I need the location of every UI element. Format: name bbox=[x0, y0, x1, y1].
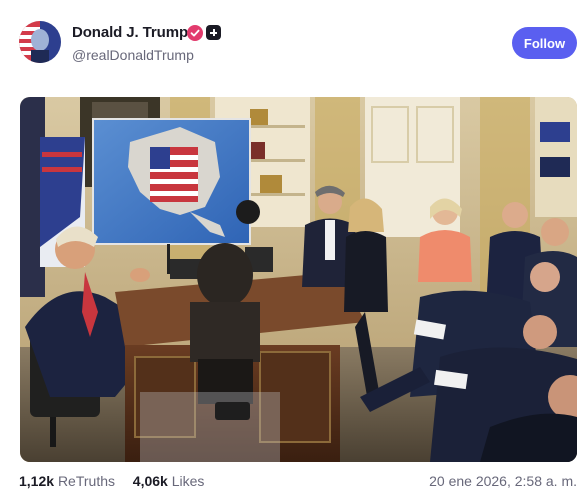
likes-count[interactable]: 4,06k bbox=[133, 473, 168, 489]
post-timestamp[interactable]: 20 ene 2026, 2:58 a. m. bbox=[429, 473, 577, 489]
verified-icon bbox=[187, 25, 203, 41]
avatar-image bbox=[19, 21, 61, 63]
avatar[interactable] bbox=[19, 21, 61, 63]
follow-button[interactable]: Follow bbox=[512, 27, 577, 59]
retruths-count[interactable]: 1,12k bbox=[19, 473, 54, 489]
username[interactable]: @realDonaldTrump bbox=[72, 47, 194, 63]
plus-badge-icon bbox=[206, 25, 221, 40]
post-image[interactable] bbox=[20, 97, 577, 462]
likes-label[interactable]: Likes bbox=[172, 473, 205, 489]
retruths-label[interactable]: ReTruths bbox=[58, 473, 115, 489]
post-stats: 1,12k ReTruths 4,06k Likes bbox=[19, 473, 204, 489]
display-name[interactable]: Donald J. Trump bbox=[72, 24, 188, 41]
truth-post: Donald J. Trump @realDonaldTrump Follow bbox=[0, 0, 588, 491]
oval-office-photo bbox=[20, 97, 577, 462]
